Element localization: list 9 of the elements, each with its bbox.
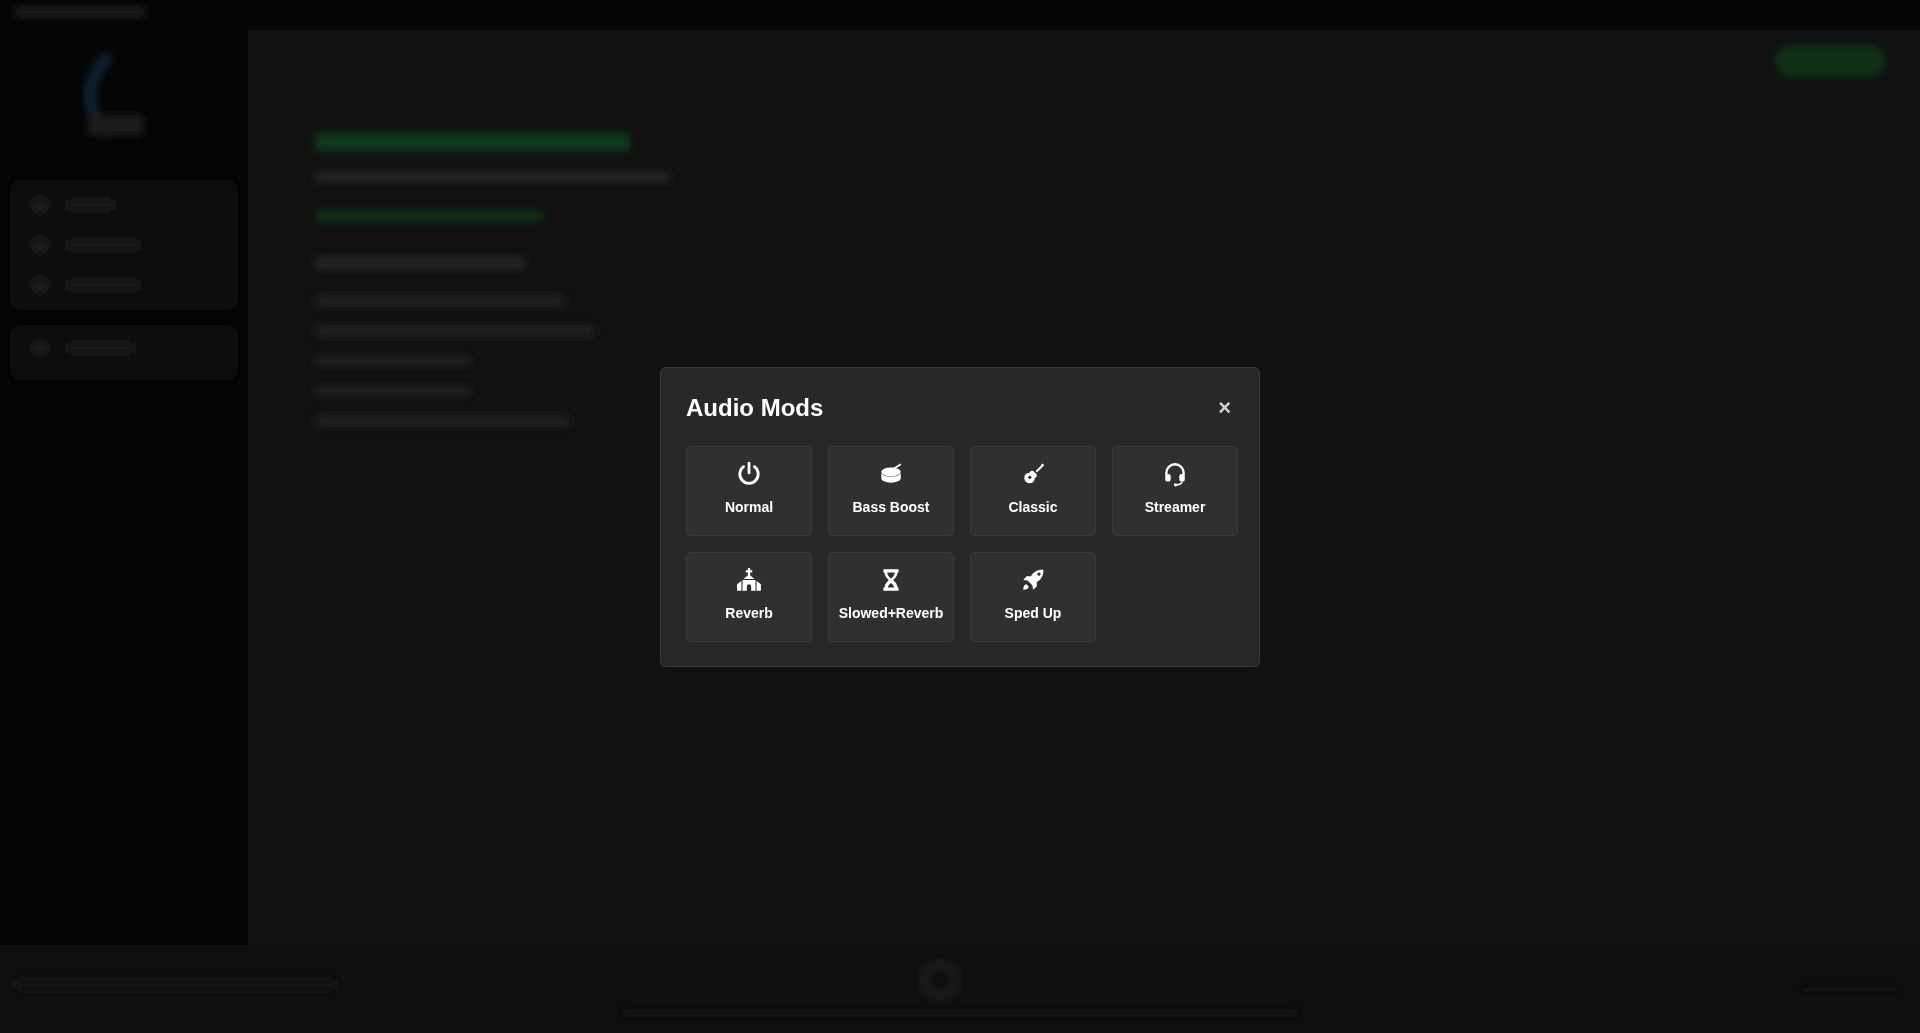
dialog-title: Audio Mods — [686, 394, 824, 422]
audio-mode-button[interactable]: Bass Boost — [828, 446, 954, 536]
audio-mode-button[interactable]: Slowed+Reverb — [828, 552, 954, 642]
audio-mode-button[interactable]: Classic — [970, 446, 1096, 536]
audio-mode-button[interactable]: Sped Up — [970, 552, 1096, 642]
audio-mode-button[interactable]: Streamer — [1112, 446, 1238, 536]
audio-mode-button[interactable]: Reverb — [686, 552, 812, 642]
close-button[interactable]: × — [1214, 397, 1235, 419]
audio-mode-button[interactable]: Normal — [686, 446, 812, 536]
